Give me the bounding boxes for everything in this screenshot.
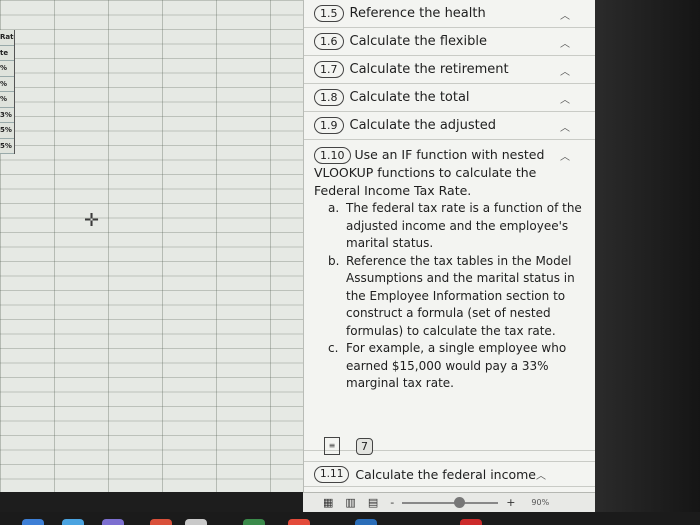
- zoom-level-label[interactable]: 90%: [531, 498, 549, 507]
- sub-step-marker: c.: [328, 341, 339, 355]
- chevron-up-icon[interactable]: ︿: [560, 148, 570, 163]
- sub-step-text: The federal tax rate is a function of th…: [346, 201, 582, 250]
- dock-app-icon[interactable]: [355, 519, 377, 525]
- sub-step-list: a. The federal tax rate is a function of…: [314, 200, 586, 393]
- step-number-badge: 1.6: [314, 33, 344, 50]
- screen: Rate te % % % 3% 5% 5% ✛ 1.5 Reference t…: [0, 0, 700, 525]
- chevron-up-icon[interactable]: ︿: [560, 119, 570, 134]
- step-label: Calculate the adjusted: [349, 118, 497, 133]
- step-row-1-8[interactable]: 1.8 Calculate the total ︿: [304, 84, 596, 112]
- taskbar-dock: [0, 512, 700, 525]
- sub-step-c: c. For example, a single employee who ea…: [314, 340, 586, 393]
- dock-app-icon[interactable]: [22, 519, 44, 525]
- chevron-up-icon[interactable]: ︿: [560, 7, 570, 22]
- page-layout-view-icon[interactable]: ▥: [345, 496, 355, 509]
- status-bar: ▦ ▥ ▤ - + 90%: [303, 492, 595, 512]
- step-number-badge: 1.9: [314, 117, 344, 134]
- step-number-badge: 1.8: [314, 89, 344, 106]
- sub-step-marker: a.: [328, 201, 340, 215]
- page-break-view-icon[interactable]: ▤: [368, 496, 378, 509]
- normal-view-icon[interactable]: ▦: [323, 496, 333, 509]
- sub-step-b: b. Reference the tax tables in the Model…: [314, 253, 586, 341]
- spreadsheet-grid[interactable]: Rate te % % % 3% 5% 5% ✛: [0, 0, 320, 492]
- dock-app-icon[interactable]: [243, 519, 265, 525]
- rate-cell[interactable]: %: [0, 92, 14, 108]
- rate-cell[interactable]: 3%: [0, 108, 14, 123]
- rate-column: Rate te % % % 3% 5% 5%: [0, 30, 15, 154]
- sub-step-a: a. The federal tax rate is a function of…: [314, 200, 586, 253]
- dock-app-icon[interactable]: [460, 519, 482, 525]
- step-label: Calculate the retirement: [349, 62, 509, 77]
- resource-count-badge[interactable]: 7: [356, 437, 373, 455]
- zoom-slider[interactable]: [402, 496, 499, 508]
- rate-cell[interactable]: %: [0, 77, 14, 92]
- step-row-1-9[interactable]: 1.9 Calculate the adjusted ︿: [304, 112, 596, 140]
- zoom-slider-thumb[interactable]: [454, 496, 466, 508]
- sub-step-text: Reference the tax tables in the Model As…: [346, 253, 575, 338]
- chevron-up-icon[interactable]: ︿: [560, 91, 570, 106]
- step-row-1-6[interactable]: 1.6 Calculate the flexible ︿: [304, 28, 596, 56]
- step-row-1-11[interactable]: 1.11 Calculate the federal income ︿: [304, 461, 596, 487]
- chevron-up-icon[interactable]: ︿: [560, 63, 570, 78]
- zoom-out-button[interactable]: -: [390, 496, 394, 509]
- step-number-badge: 1.10: [314, 147, 351, 164]
- step-row-1-5[interactable]: 1.5 Reference the health ︿: [304, 0, 596, 28]
- rate-cell[interactable]: 5%: [0, 139, 14, 154]
- rate-cell[interactable]: %: [0, 61, 14, 77]
- dock-app-icon[interactable]: [102, 519, 124, 525]
- chevron-up-icon[interactable]: ︿: [560, 35, 570, 50]
- step-row-1-7[interactable]: 1.7 Calculate the retirement ︿: [304, 56, 596, 84]
- dock-app-icon[interactable]: [185, 519, 207, 525]
- rate-cell[interactable]: 5%: [0, 123, 14, 139]
- step-label: Calculate the flexible: [349, 34, 487, 49]
- rate-cell[interactable]: te: [0, 46, 14, 61]
- sub-step-marker: b.: [328, 253, 340, 268]
- step-label: Calculate the total: [349, 90, 470, 105]
- dock-app-icon[interactable]: [288, 519, 310, 525]
- step-number-badge: 1.11: [314, 465, 350, 483]
- step-resources: ≡ 7: [324, 437, 373, 455]
- dock-app-icon[interactable]: [62, 519, 84, 525]
- step-label: Reference the health: [349, 6, 486, 21]
- cell-cursor-cross-icon: ✛: [84, 210, 100, 231]
- screen-bezel: [595, 0, 700, 512]
- chevron-up-icon[interactable]: ︿: [536, 467, 546, 482]
- step-instructions: 1.10 Use an IF function with nested VLOOK…: [314, 146, 586, 199]
- dock-app-icon[interactable]: [150, 519, 172, 525]
- step-number-badge: 1.5: [314, 5, 344, 22]
- sub-step-text: For example, a single employee who earne…: [346, 341, 567, 390]
- step-label: Calculate the federal income: [355, 466, 536, 482]
- zoom-in-button[interactable]: +: [506, 496, 515, 509]
- step-number-badge: 1.7: [314, 61, 344, 78]
- step-expanded-1-10: ︿ 1.10 Use an IF function with nested VLO…: [304, 140, 596, 451]
- document-icon[interactable]: ≡: [324, 437, 340, 455]
- rate-cell[interactable]: Rate: [0, 30, 14, 46]
- task-pane: 1.5 Reference the health ︿ 1.6 Calculate…: [303, 0, 596, 492]
